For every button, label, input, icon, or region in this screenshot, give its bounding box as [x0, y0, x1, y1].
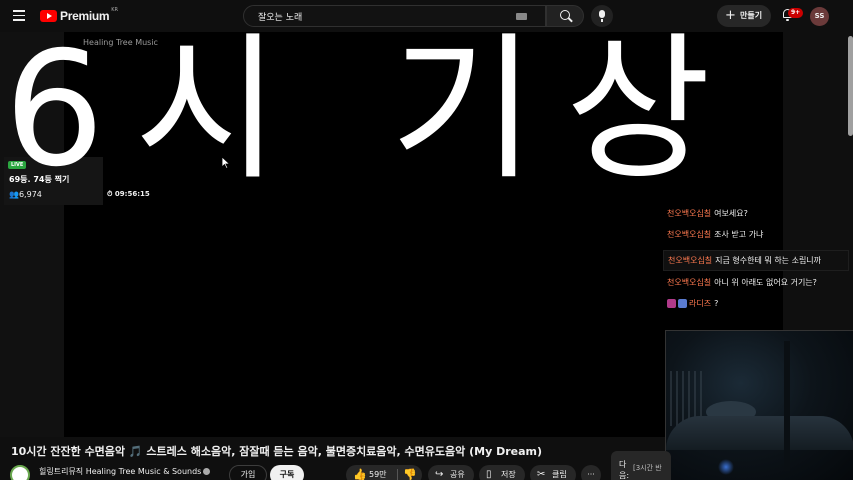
video-title: 10시간 잔잔한 수면음악 🎵 스트레스 해소음악, 잠잘때 듣는 음악, 불면… — [11, 445, 543, 458]
bookmark-icon: ▯ — [486, 469, 492, 480]
chat-author[interactable]: 천오백오십칠 — [667, 230, 711, 239]
join-button[interactable]: 가입 — [229, 465, 267, 480]
subscribe-button[interactable]: 구독 — [270, 465, 304, 480]
chat-message: 천오백오십칠 조사 받고 가냐 — [663, 229, 849, 250]
emoji-icon — [667, 299, 676, 308]
like-dislike-group: 👍 59만 👎 — [346, 465, 422, 480]
share-label: 공유 — [450, 470, 465, 479]
webcam-bed — [666, 416, 853, 450]
webcam-overlay — [665, 330, 853, 480]
scissors-icon: ✂ — [537, 469, 546, 480]
save-button[interactable]: ▯ 저장 — [479, 465, 525, 480]
chat-message: 라디즈? — [663, 298, 849, 319]
create-label: 만들기 — [740, 11, 763, 20]
video-caption-overlay: 6시 기상 — [4, 18, 741, 202]
webcam-light — [718, 459, 734, 475]
share-icon: ↪ — [435, 469, 444, 480]
channel-name[interactable]: 힐링트리뮤직 Healing Tree Music & Sounds — [39, 466, 211, 477]
avatar[interactable]: SS — [810, 7, 829, 26]
clip-button[interactable]: ✂ 클립 — [530, 465, 576, 480]
chat-text: 여보세요? — [714, 209, 748, 218]
share-button[interactable]: ↪ 공유 — [428, 465, 474, 480]
chat-message: 천오백오십칠 지금 형수한테 뭐 하는 소립니까 — [663, 250, 849, 271]
chat-text: 지금 형수한테 뭐 하는 소립니까 — [715, 256, 822, 265]
channel-avatar[interactable] — [10, 465, 30, 480]
chat-author[interactable]: 천오백오십칠 — [667, 278, 711, 287]
chat-text: 조사 받고 가냐 — [714, 230, 764, 239]
up-next-item: [3시간 반 — [633, 464, 662, 472]
chat-text: ? — [714, 299, 719, 308]
scrollbar[interactable] — [848, 36, 853, 136]
webcam-post — [784, 341, 790, 471]
verified-icon — [203, 468, 211, 475]
divider — [397, 469, 398, 480]
chat-author[interactable]: 천오백오십칠 — [668, 256, 712, 265]
clip-label: 클립 — [552, 470, 567, 479]
thumbs-down-icon[interactable]: 👎 — [403, 469, 417, 480]
emoji-icon — [678, 299, 687, 308]
live-chat: 천오백오십칠 여보세요? 천오백오십칠 조사 받고 가냐 천오백오십칠 지금 형수한테… — [663, 208, 849, 319]
more-actions-button[interactable]: ··· — [581, 465, 601, 480]
chat-author[interactable]: 라디즈 — [689, 299, 711, 308]
chat-author[interactable]: 천오백오십칠 — [667, 209, 711, 218]
notification-badge: 9+ — [788, 8, 804, 18]
up-next-box[interactable]: 다음: [3시간 반 — [611, 451, 671, 480]
chat-text: 아니 위 아래도 없어요 거기는? — [714, 278, 817, 287]
save-label: 저장 — [501, 470, 516, 479]
channel-name-text: 힐링트리뮤직 Healing Tree Music & Sounds — [39, 467, 202, 476]
thumbs-up-icon[interactable]: 👍 — [353, 469, 367, 480]
chat-message: 천오백오십칠 여보세요? — [663, 208, 849, 229]
up-next-label: 다음: — [619, 460, 630, 480]
chat-message: 천오백오십칠 아니 위 아래도 없어요 거기는? — [663, 277, 849, 298]
like-count[interactable]: 59만 — [369, 465, 387, 480]
